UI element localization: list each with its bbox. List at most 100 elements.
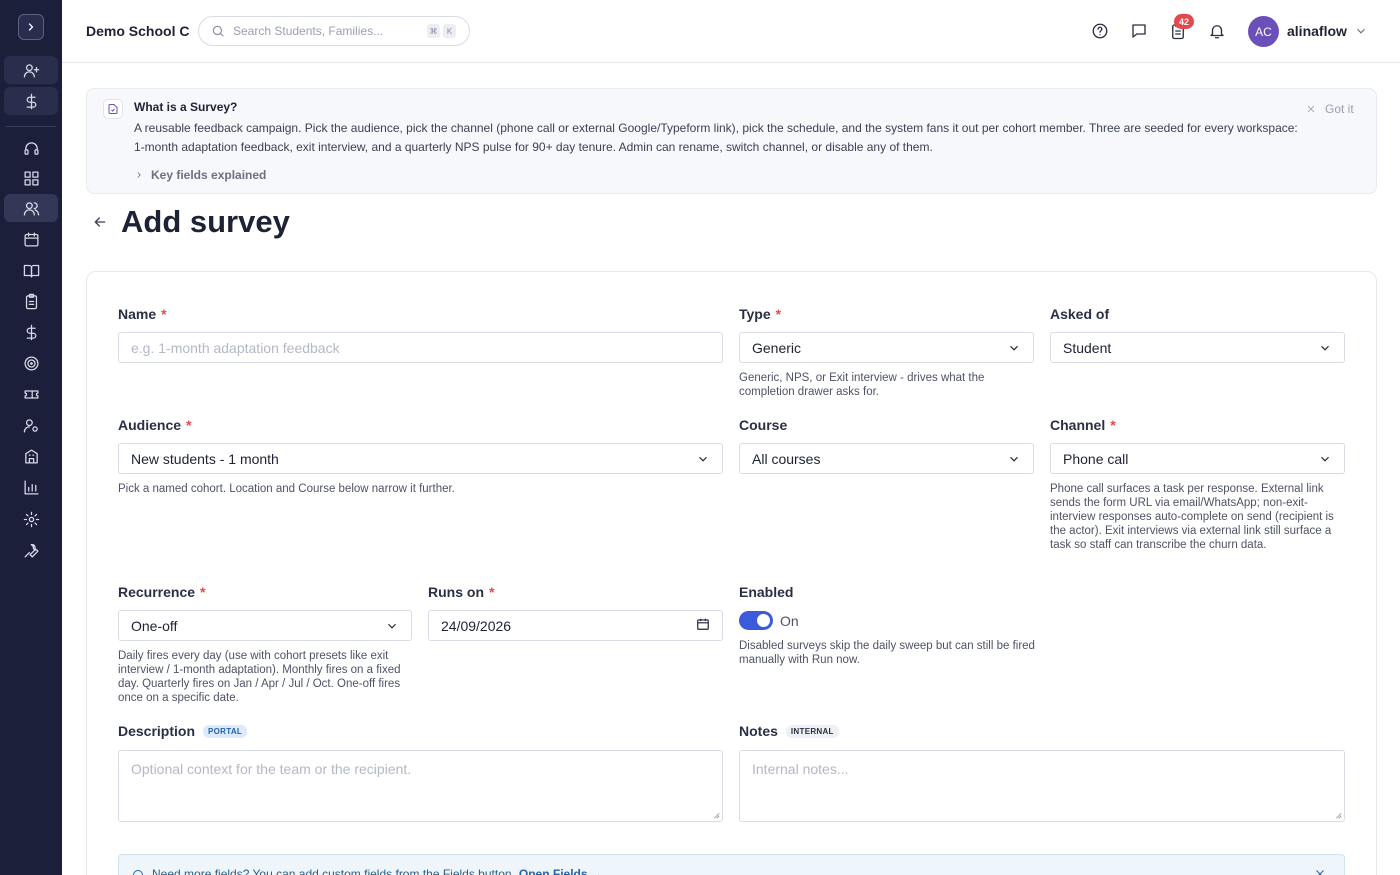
name-input[interactable]: e.g. 1-month adaptation feedback: [118, 332, 723, 363]
calendar-icon[interactable]: [696, 617, 710, 634]
recurrence-value: One-off: [131, 617, 178, 634]
sidebar-item-users[interactable]: [4, 194, 58, 222]
tasks-count-badge: 42: [1174, 14, 1194, 29]
chart-icon: [23, 479, 39, 495]
sidebar-item-support[interactable]: [4, 134, 58, 162]
chevron-down-icon: [696, 452, 710, 466]
asked-of-value: Student: [1063, 339, 1112, 356]
type-label: Type *: [739, 306, 781, 322]
notice-message: Need more fields? You can add custom fie…: [152, 867, 515, 875]
description-placeholder: Optional context for the team or the rec…: [131, 761, 412, 777]
audience-help: Pick a named cohort. Location and Course…: [118, 483, 455, 495]
name-label-text: Name: [118, 306, 157, 322]
enabled-state: On: [780, 613, 799, 629]
channel-help: Phone call surfaces a task per response.…: [1050, 483, 1334, 551]
recurrence-help: Daily fires every day (use with cohort p…: [118, 650, 401, 704]
sidebar-item-calendar[interactable]: [4, 225, 58, 253]
gear-icon: [23, 511, 39, 527]
bell-icon: [1210, 25, 1224, 39]
got-it-label: Got it: [1325, 102, 1354, 116]
help-button[interactable]: [1089, 20, 1111, 42]
runs-on-date-input[interactable]: 24/09/2026: [428, 610, 723, 641]
username[interactable]: alinaflow: [1287, 23, 1347, 39]
recurrence-label: Recurrence *: [118, 584, 206, 600]
sidebar-item-locations[interactable]: [4, 442, 58, 470]
runs-on-value: 24/09/2026: [441, 617, 512, 634]
grid-icon: [23, 170, 39, 186]
got-it-button[interactable]: Got it: [1306, 102, 1354, 116]
resize-grip-icon[interactable]: [1334, 811, 1342, 819]
chevron-down-icon: [1007, 452, 1021, 466]
sidebar-item-tools[interactable]: [4, 536, 58, 564]
audience-value: New students - 1 month: [131, 450, 279, 467]
sidebar-item-dashboard[interactable]: [4, 164, 58, 192]
resize-grip-icon[interactable]: [712, 811, 720, 819]
sidebar-item-finance[interactable]: [4, 318, 58, 346]
messages-button[interactable]: [1128, 20, 1150, 42]
sidebar-divider: [6, 126, 56, 127]
search-placeholder: Search Students, Families...: [233, 24, 384, 38]
sidebar-item-reports[interactable]: [4, 473, 58, 501]
notes-label-text: Notes: [739, 723, 778, 739]
back-button[interactable]: [92, 214, 110, 232]
sidebar-item-add-lead[interactable]: [4, 56, 58, 84]
sidebar-item-library[interactable]: [4, 256, 58, 284]
key-fields-label: Key fields explained: [151, 168, 267, 182]
runs-on-label-text: Runs on: [428, 584, 484, 600]
audience-select[interactable]: New students - 1 month: [118, 443, 723, 474]
chevron-down-icon: [1318, 341, 1332, 355]
portal-tag: PORTAL: [203, 724, 248, 738]
building-icon: [24, 448, 38, 464]
type-label-text: Type: [739, 306, 771, 322]
school-name[interactable]: Demo School C: [86, 23, 189, 39]
required-marker: *: [200, 584, 206, 600]
sidebar-item-tickets[interactable]: [4, 380, 58, 408]
arrow-left-icon: [94, 217, 106, 227]
sidebar-toggle-button[interactable]: [18, 14, 44, 40]
wrench-icon: [23, 543, 39, 558]
description-label: Description PORTAL: [118, 723, 248, 739]
sidebar-item-settings[interactable]: [4, 505, 58, 533]
type-help: Generic, NPS, or Exit interview - drives…: [739, 372, 985, 398]
sidebar-item-tasks[interactable]: [4, 287, 58, 315]
channel-select[interactable]: Phone call: [1050, 443, 1345, 474]
chevron-down-icon: [1318, 452, 1332, 466]
asked-of-select[interactable]: Student: [1050, 332, 1345, 363]
asked-of-label: Asked of: [1050, 306, 1110, 322]
key-fields-toggle[interactable]: Key fields explained: [134, 168, 266, 182]
close-icon[interactable]: [1314, 867, 1328, 875]
custom-fields-notice: Need more fields? You can add custom fie…: [118, 854, 1345, 875]
search-shortcut: ⌘ K: [427, 24, 459, 38]
kbd-cmd: ⌘: [427, 24, 440, 38]
sidebar-item-goals[interactable]: [4, 349, 58, 377]
sidebar-item-payments[interactable]: [4, 87, 58, 115]
notes-placeholder: Internal notes...: [752, 761, 849, 777]
toggle-knob: [757, 614, 770, 627]
user-settings-icon: [23, 418, 38, 433]
chat-icon: [1132, 24, 1146, 38]
channel-label: Channel *: [1050, 417, 1116, 433]
course-select[interactable]: All courses: [739, 443, 1034, 474]
required-marker: *: [775, 306, 782, 322]
notes-textarea[interactable]: Internal notes...: [739, 750, 1345, 822]
search-input[interactable]: Search Students, Families... ⌘ K: [198, 16, 470, 46]
book-icon: [23, 264, 39, 278]
description-textarea[interactable]: Optional context for the team or the rec…: [118, 750, 723, 822]
user-menu-chevron-down-icon[interactable]: [1354, 24, 1368, 38]
enabled-toggle[interactable]: [739, 611, 773, 630]
clipboard-icon: [25, 293, 37, 309]
info-body: A reusable feedback campaign. Pick the a…: [134, 121, 1298, 154]
help-icon: [1092, 23, 1108, 39]
recurrence-select[interactable]: One-off: [118, 610, 412, 641]
type-select[interactable]: Generic: [739, 332, 1034, 363]
notifications-button[interactable]: [1206, 20, 1228, 42]
audience-label-text: Audience: [118, 417, 182, 433]
open-fields-link[interactable]: Open Fields →: [519, 867, 603, 875]
sidebar-item-staff[interactable]: [4, 411, 58, 439]
course-value: All courses: [752, 450, 821, 467]
chevron-down-icon: [385, 619, 399, 633]
avatar[interactable]: AC: [1248, 16, 1279, 47]
notes-label: Notes INTERNAL: [739, 723, 839, 739]
course-label: Course: [739, 417, 788, 433]
chevron-right-icon: [137, 172, 141, 178]
